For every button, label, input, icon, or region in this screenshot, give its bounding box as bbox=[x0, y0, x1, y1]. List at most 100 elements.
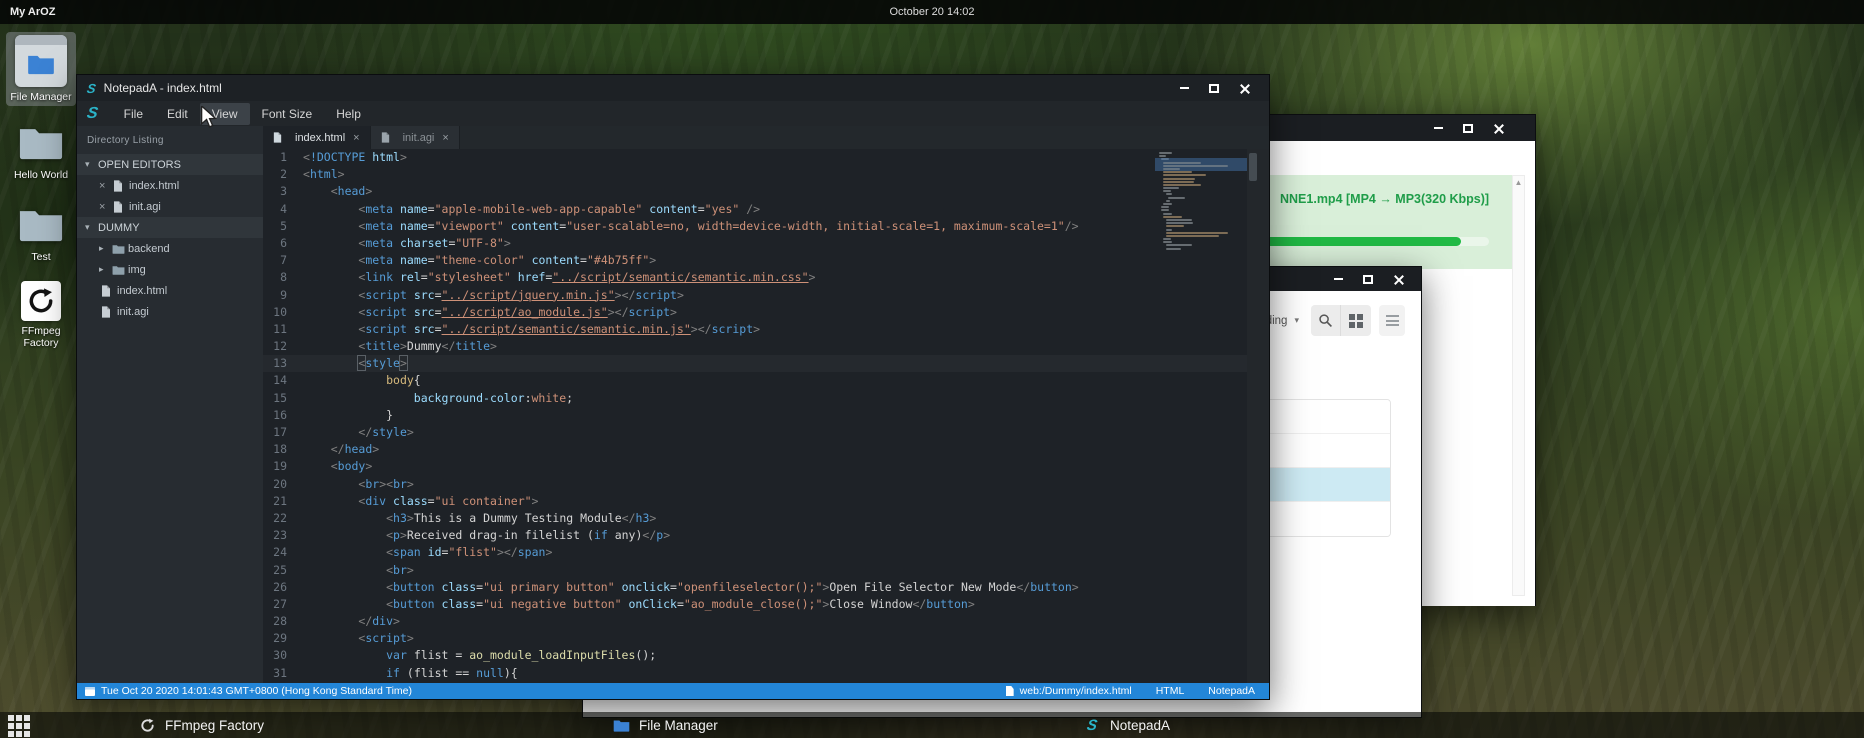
line-number: 23 bbox=[263, 527, 303, 544]
grid-view-icon bbox=[1349, 314, 1363, 328]
minimize-button[interactable] bbox=[1427, 120, 1449, 136]
code-line: 9 <script src="../script/jquery.min.js">… bbox=[263, 287, 1269, 304]
file-icon bbox=[381, 132, 397, 143]
code-line: 14 body{ bbox=[263, 372, 1269, 389]
folder-icon bbox=[612, 716, 630, 734]
top-system-bar: My ArOZ October 20 14:02 bbox=[0, 0, 1864, 24]
taskbar-item-file-manager[interactable]: File Manager bbox=[612, 714, 718, 736]
close-file-icon[interactable]: × bbox=[99, 180, 113, 192]
editor-scrollbar[interactable] bbox=[1247, 149, 1269, 683]
tab-label: index.html bbox=[295, 132, 345, 144]
list-view-button[interactable] bbox=[1379, 305, 1405, 336]
code-line: 17 </style> bbox=[263, 424, 1269, 441]
mouse-cursor bbox=[200, 106, 217, 128]
menu-help[interactable]: Help bbox=[324, 103, 373, 125]
tree-item-label: index.html bbox=[117, 285, 167, 297]
desktop: My ArOZ October 20 14:02 File Manager Hel… bbox=[0, 0, 1864, 738]
status-language: HTML bbox=[1156, 685, 1185, 697]
maximize-button[interactable] bbox=[1203, 80, 1225, 96]
close-file-icon[interactable]: × bbox=[99, 201, 113, 213]
minimap-line bbox=[1163, 190, 1171, 192]
code-line: 10 <script src="../script/ao_module.js">… bbox=[263, 304, 1269, 321]
file-icon bbox=[273, 132, 289, 143]
tree-folder-img[interactable]: ▸img bbox=[77, 259, 263, 280]
maximize-button[interactable] bbox=[1457, 120, 1479, 136]
desktop-icon-hello-world[interactable]: Hello World bbox=[6, 122, 76, 184]
minimap-line bbox=[1166, 193, 1173, 195]
tree-open-file-index-html[interactable]: × index.html bbox=[77, 175, 263, 196]
scrollbar-thumb[interactable] bbox=[1249, 153, 1257, 181]
grid-view-button[interactable] bbox=[1341, 305, 1371, 336]
scrollbar[interactable]: ▲ bbox=[1512, 175, 1525, 596]
close-button[interactable] bbox=[1487, 120, 1509, 136]
tab-init-agi[interactable]: init.agi× bbox=[371, 126, 460, 149]
file-icon bbox=[113, 180, 129, 192]
maximize-button[interactable] bbox=[1357, 271, 1379, 287]
code-editor[interactable]: 1<!DOCTYPE html>2<html>3 <head>4 <meta n… bbox=[263, 149, 1269, 683]
close-button[interactable] bbox=[1387, 271, 1409, 287]
tree-open-file-init-agi[interactable]: ×init.agi bbox=[77, 196, 263, 217]
code-line: 11 <script src="../script/semantic/seman… bbox=[263, 321, 1269, 338]
desktop-icon-ffmpeg-factory[interactable]: FFmpeg Factory bbox=[6, 278, 76, 352]
desktop-icon-file-manager[interactable]: File Manager bbox=[6, 32, 76, 106]
tree-file-init-agi[interactable]: init.agi bbox=[77, 301, 263, 322]
tab-index-html[interactable]: index.html × bbox=[263, 126, 371, 149]
line-number: 3 bbox=[263, 183, 303, 200]
code-line: 18 </head> bbox=[263, 441, 1269, 458]
tree-section-open-editors[interactable]: ▾OPEN EDITORS bbox=[77, 154, 263, 175]
line-number: 8 bbox=[263, 269, 303, 286]
tree-item-label: OPEN EDITORS bbox=[98, 159, 181, 171]
line-number: 4 bbox=[263, 201, 303, 218]
menu-font-size[interactable]: Font Size bbox=[250, 103, 325, 125]
line-number: 14 bbox=[263, 372, 303, 389]
search-button[interactable] bbox=[1311, 305, 1341, 336]
line-number: 22 bbox=[263, 510, 303, 527]
tree-item-label: DUMMY bbox=[98, 222, 140, 234]
desktop-icon-label: File Manager bbox=[10, 91, 72, 103]
line-number: 26 bbox=[263, 579, 303, 596]
menu-edit[interactable]: Edit bbox=[155, 103, 200, 125]
file-icon bbox=[101, 306, 117, 318]
close-tab-icon[interactable]: × bbox=[353, 132, 359, 144]
close-button[interactable] bbox=[1233, 80, 1255, 96]
minimap-line bbox=[1166, 235, 1219, 237]
status-file-path: web:/Dummy/index.html bbox=[1020, 685, 1132, 697]
editor-titlebar[interactable]: S NotepadA - index.html bbox=[77, 75, 1269, 101]
code-line: 13 <style> bbox=[263, 355, 1269, 372]
minimap-line bbox=[1163, 241, 1172, 243]
desktop-icon-test[interactable]: Test bbox=[6, 204, 76, 266]
minimap-line bbox=[1159, 155, 1166, 157]
minimap[interactable] bbox=[1159, 152, 1245, 251]
tree-file-index-html[interactable]: index.html bbox=[77, 280, 263, 301]
line-number: 16 bbox=[263, 407, 303, 424]
tree-folder-backend[interactable]: ▸backend bbox=[77, 238, 263, 259]
directory-tree: ▾OPEN EDITORS×index.html×init.agi▾DUMMY▸… bbox=[77, 154, 263, 322]
code-line: 15 background-color:white; bbox=[263, 390, 1269, 407]
minimap-line bbox=[1161, 209, 1168, 211]
minimap-line bbox=[1161, 206, 1169, 208]
line-number: 5 bbox=[263, 218, 303, 235]
file-icon bbox=[113, 201, 129, 213]
editor-statusbar: Tue Oct 20 2020 14:01:43 GMT+0800 (Hong … bbox=[77, 683, 1269, 699]
minimap-line bbox=[1163, 171, 1192, 173]
minimize-button[interactable] bbox=[1173, 80, 1195, 96]
tree-section-dummy[interactable]: ▾DUMMY bbox=[77, 217, 263, 238]
app-launcher-button[interactable] bbox=[8, 715, 30, 737]
ffmpeg-icon bbox=[21, 281, 61, 321]
minimap-line bbox=[1166, 219, 1193, 221]
minimize-button[interactable] bbox=[1327, 271, 1349, 287]
folder-icon bbox=[112, 265, 128, 275]
editor-window-title: NotepadA - index.html bbox=[104, 81, 222, 95]
minimap-line bbox=[1166, 222, 1194, 224]
chevron-right-icon: ▸ bbox=[99, 243, 112, 254]
taskbar-item-ffmpeg-factory[interactable]: FFmpeg Factory bbox=[138, 714, 264, 736]
line-number: 10 bbox=[263, 304, 303, 321]
close-tab-icon[interactable]: × bbox=[442, 132, 448, 144]
folder-icon bbox=[18, 125, 64, 165]
chevron-right-icon: ▸ bbox=[99, 264, 112, 275]
file-icon bbox=[101, 285, 117, 297]
tree-item-label: index.html bbox=[129, 180, 179, 192]
menu-file[interactable]: File bbox=[112, 103, 155, 125]
taskbar-item-notepada[interactable]: SNotepadA bbox=[1083, 714, 1170, 736]
minimap-line bbox=[1163, 184, 1201, 186]
